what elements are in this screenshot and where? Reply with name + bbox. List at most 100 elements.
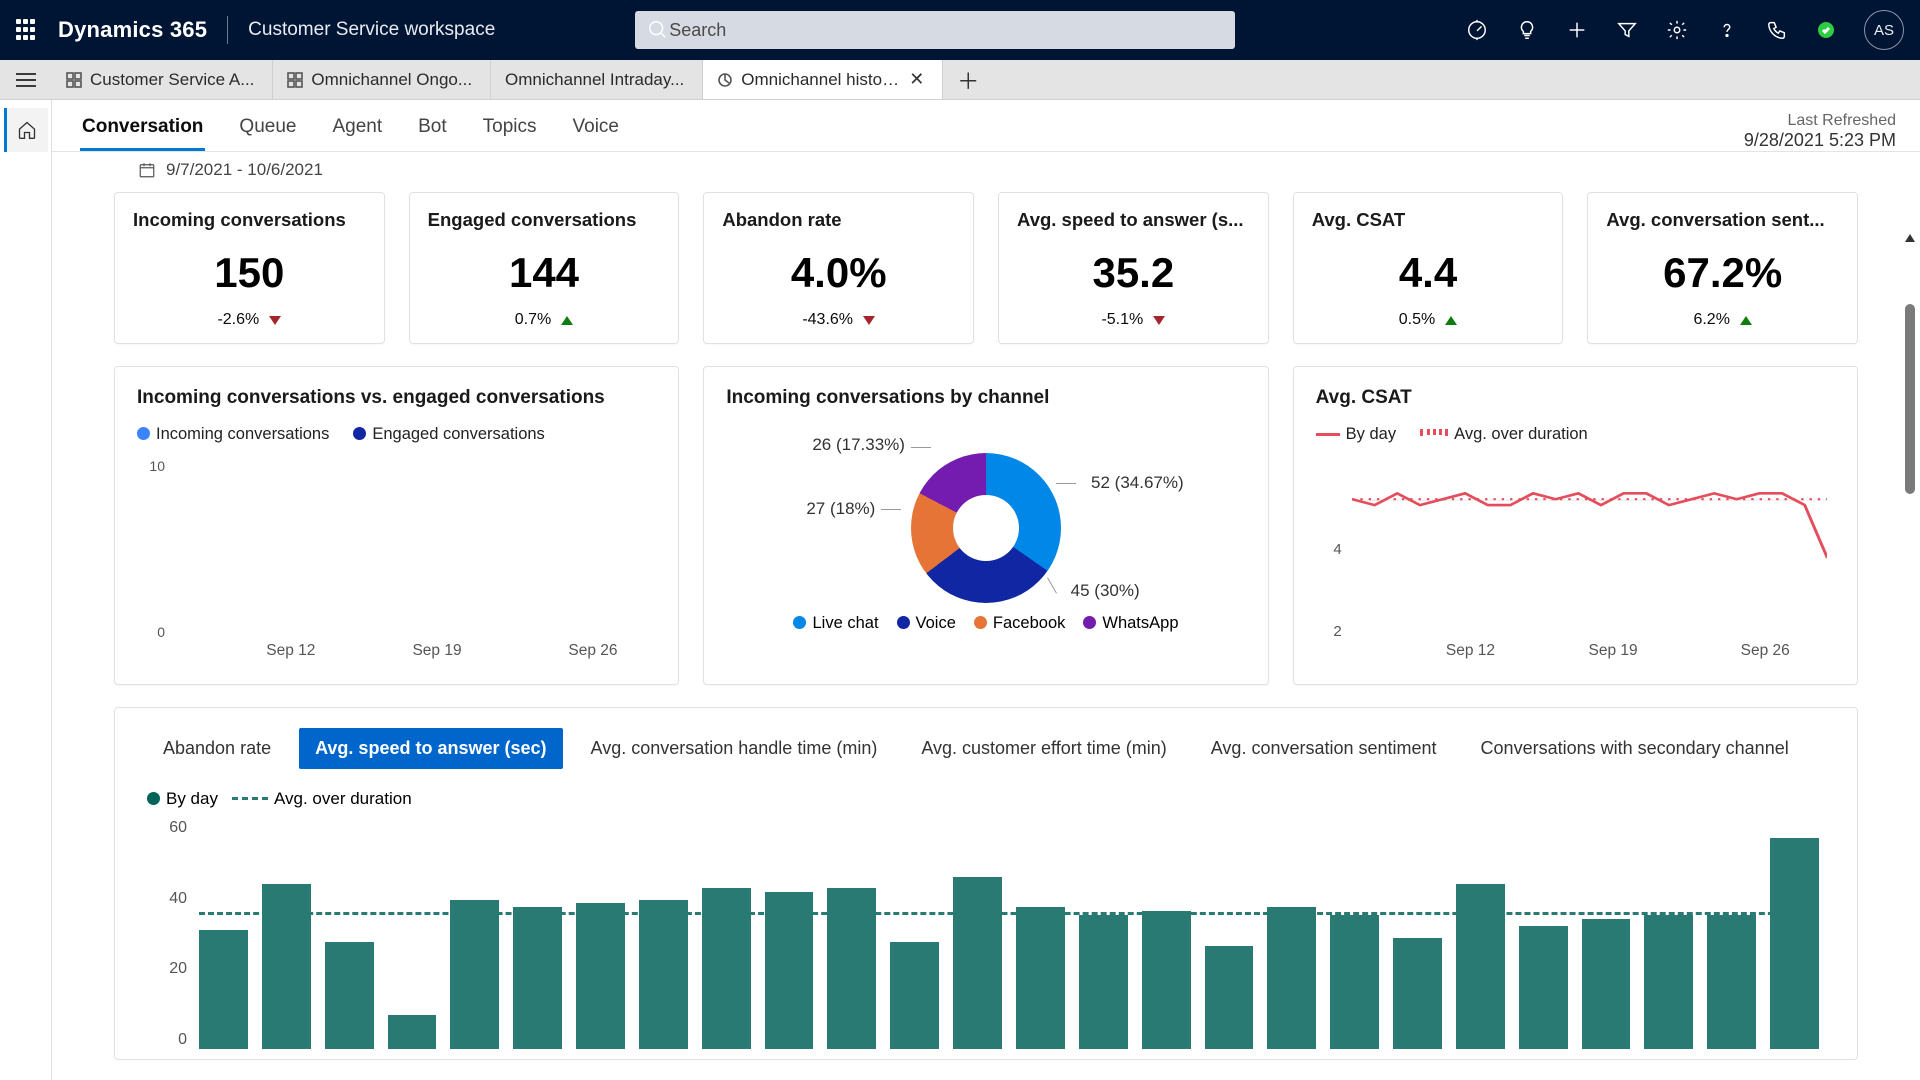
session-tab[interactable]: Omnichannel Intraday... <box>491 60 703 99</box>
presence-badge[interactable] <box>1816 20 1836 40</box>
report-tab-bot[interactable]: Bot <box>416 104 449 151</box>
metric-tab-strip: Abandon rate Avg. speed to answer (sec) … <box>147 728 1825 769</box>
kpi-value: 35.2 <box>1017 249 1250 297</box>
slice-label: 27 (18%) <box>806 499 875 519</box>
arrow-down-icon <box>1153 316 1165 325</box>
metric-tab[interactable]: Conversations with secondary channel <box>1465 728 1805 769</box>
scroll-thumb[interactable] <box>1905 304 1915 494</box>
kpi-title: Incoming conversations <box>133 209 366 231</box>
kpi-card[interactable]: Abandon rate 4.0% -43.6% <box>703 192 974 344</box>
chart-card-donut[interactable]: Incoming conversations by channel 26 (17… <box>703 366 1268 685</box>
kpi-card[interactable]: Engaged conversations 144 0.7% <box>409 192 680 344</box>
report-tab-conversation[interactable]: Conversation <box>80 104 205 151</box>
session-tab-strip: Customer Service A... Omnichannel Ongo..… <box>0 60 1920 100</box>
left-rail <box>0 100 52 1080</box>
divider <box>227 16 228 44</box>
tab-label: Omnichannel Ongo... <box>311 70 472 90</box>
line-chart: . 4 2 Sep 12 Sep 19 Sep 26 <box>1316 458 1835 664</box>
chart-card-grouped-bar[interactable]: Incoming conversations vs. engaged conve… <box>114 366 679 685</box>
detail-chart-card[interactable]: Abandon rate Avg. speed to answer (sec) … <box>114 707 1858 1060</box>
hamburger-icon <box>16 73 36 87</box>
session-tab[interactable]: Omnichannel Ongo... <box>273 60 491 99</box>
report-tab-topics[interactable]: Topics <box>481 104 539 151</box>
dashboard-icon <box>66 72 82 88</box>
report-tab-agent[interactable]: Agent <box>330 104 384 151</box>
plus-icon[interactable] <box>1566 19 1588 41</box>
lightbulb-icon[interactable] <box>1516 19 1538 41</box>
topbar: Dynamics 365 Customer Service workspace … <box>0 0 1920 60</box>
legend-dot-icon <box>137 427 150 440</box>
report-tab-voice[interactable]: Voice <box>571 104 621 151</box>
search-box[interactable] <box>635 11 1235 49</box>
new-tab-button[interactable]: ＋ <box>943 60 993 99</box>
metric-tab[interactable]: Avg. conversation sentiment <box>1195 728 1453 769</box>
legend-label: Avg. over duration <box>1454 425 1588 443</box>
x-axis: Sep 12 Sep 19 Sep 26 <box>1352 642 1827 664</box>
metric-tab[interactable]: Avg. conversation handle time (min) <box>575 728 894 769</box>
arrow-up-icon <box>561 316 573 325</box>
legend-dot-icon <box>353 427 366 440</box>
session-tab[interactable]: Customer Service A... <box>52 60 273 99</box>
kpi-value: 144 <box>428 249 661 297</box>
legend-label: By day <box>166 789 218 808</box>
help-icon[interactable] <box>1716 19 1738 41</box>
kpi-delta: -5.1% <box>1017 311 1250 329</box>
metric-tab-active[interactable]: Avg. speed to answer (sec) <box>299 728 562 769</box>
donut-legend: Live chat Voice Facebook WhatsApp <box>726 614 1245 633</box>
chart-card-line[interactable]: Avg. CSAT By day Avg. over duration . 4 … <box>1293 366 1858 685</box>
menu-toggle[interactable] <box>0 60 52 99</box>
last-refreshed: Last Refreshed 9/28/2021 5:23 PM <box>1744 112 1920 151</box>
date-range-picker[interactable]: 9/7/2021 - 10/6/2021 <box>52 152 1920 192</box>
arrow-up-icon <box>1740 316 1752 325</box>
gear-icon[interactable] <box>1666 19 1688 41</box>
chart-legend: Incoming conversations Engaged conversat… <box>137 425 656 444</box>
legend-label: Avg. over duration <box>274 789 412 808</box>
chart-title: Incoming conversations by channel <box>726 387 1245 409</box>
scrollbar[interactable] <box>1904 224 1916 1080</box>
kpi-card[interactable]: Incoming conversations 150 -2.6% <box>114 192 385 344</box>
slice-label: 45 (30%) <box>1071 581 1140 601</box>
app-launcher-icon[interactable] <box>16 19 38 41</box>
arrow-down-icon <box>269 316 281 325</box>
slice-label: 26 (17.33%) <box>812 435 905 455</box>
legend-dot-icon <box>897 616 910 629</box>
scroll-up-icon[interactable] <box>1905 232 1915 242</box>
metric-tab[interactable]: Avg. customer effort time (min) <box>905 728 1182 769</box>
tab-label: Omnichannel historical a... <box>741 70 901 90</box>
target-icon[interactable] <box>1466 19 1488 41</box>
search-input[interactable] <box>669 20 1223 41</box>
topbar-right: AS <box>1466 10 1904 50</box>
legend-label: Engaged conversations <box>372 425 544 443</box>
kpi-card[interactable]: Avg. CSAT 4.4 0.5% <box>1293 192 1564 344</box>
legend-label: Voice <box>916 614 956 632</box>
arrow-down-icon <box>863 316 875 325</box>
kpi-card[interactable]: Avg. speed to answer (s... 35.2 -5.1% <box>998 192 1269 344</box>
home-button[interactable] <box>4 108 48 152</box>
report-tabs: Conversation Queue Agent Bot Topics Voic… <box>80 104 621 151</box>
session-tab-active[interactable]: Omnichannel historical a... ✕ <box>703 60 943 99</box>
legend-dot-icon <box>793 616 806 629</box>
kpi-card[interactable]: Avg. conversation sent... 67.2% 6.2% <box>1587 192 1858 344</box>
tab-label: Customer Service A... <box>90 70 254 90</box>
chart-title: Avg. CSAT <box>1316 387 1835 409</box>
filter-icon[interactable] <box>1616 19 1638 41</box>
calendar-icon <box>138 161 156 179</box>
metric-tab[interactable]: Abandon rate <box>147 728 287 769</box>
kpi-row: Incoming conversations 150 -2.6% Engaged… <box>114 192 1858 344</box>
workspace-name: Customer Service workspace <box>248 19 495 41</box>
kpi-title: Avg. conversation sent... <box>1606 209 1839 231</box>
kpi-delta: 6.2% <box>1606 311 1839 329</box>
close-icon[interactable]: ✕ <box>909 69 924 90</box>
y-axis: 60 40 20 0 <box>147 819 187 1049</box>
kpi-value: 67.2% <box>1606 249 1839 297</box>
x-axis: Sep 12 Sep 19 Sep 26 <box>169 642 656 664</box>
search-icon <box>647 19 669 41</box>
date-range-text: 9/7/2021 - 10/6/2021 <box>166 160 323 180</box>
user-avatar[interactable]: AS <box>1864 10 1904 50</box>
legend-label: Live chat <box>812 614 878 632</box>
phone-icon[interactable] <box>1766 19 1788 41</box>
kpi-delta: 0.5% <box>1312 311 1545 329</box>
tab-label: Omnichannel Intraday... <box>505 70 684 90</box>
legend-label: Facebook <box>993 614 1065 632</box>
report-tab-queue[interactable]: Queue <box>237 104 298 151</box>
